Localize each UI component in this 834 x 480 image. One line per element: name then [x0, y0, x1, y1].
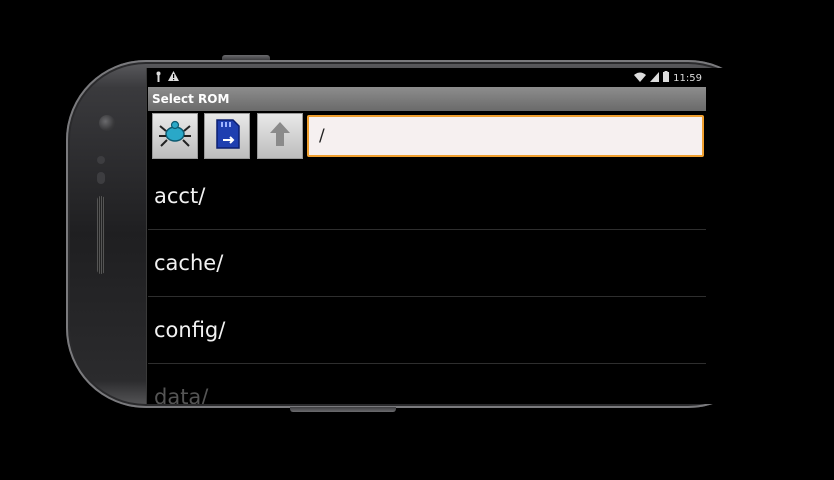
list-item[interactable]: data/ — [148, 364, 706, 404]
status-bar: 11:59 — [148, 68, 706, 87]
wifi-icon — [634, 72, 647, 85]
list-item[interactable]: config/ — [148, 297, 706, 364]
light-sensor — [97, 172, 105, 184]
screen-edge — [146, 68, 147, 404]
battery-icon — [663, 71, 670, 85]
status-right-icons: 11:59 — [634, 71, 702, 85]
path-input[interactable]: / — [307, 115, 704, 157]
usb-debug-icon — [155, 71, 162, 85]
up-arrow-icon — [269, 121, 291, 151]
device-screen: 11:59 Select ROM / acct/ cache/ config/ … — [148, 68, 706, 404]
parent-directory-button[interactable] — [257, 113, 303, 159]
file-list: acct/ cache/ config/ data/ — [148, 163, 706, 404]
volume-button — [290, 407, 396, 412]
earpiece-speaker — [97, 196, 105, 274]
debug-button[interactable] — [152, 113, 198, 159]
list-item[interactable]: cache/ — [148, 230, 706, 297]
list-item[interactable]: acct/ — [148, 163, 706, 230]
status-clock: 11:59 — [673, 72, 702, 84]
bug-icon — [158, 119, 192, 153]
toolbar: / — [148, 111, 706, 161]
sd-card-button[interactable] — [204, 113, 250, 159]
front-camera — [99, 115, 115, 131]
sd-card-icon — [213, 118, 241, 154]
warning-icon — [168, 71, 179, 85]
dialog-title: Select ROM — [148, 87, 706, 111]
proximity-sensor — [97, 156, 105, 164]
power-button — [222, 55, 270, 60]
signal-icon — [650, 71, 660, 85]
status-left-icons — [155, 71, 179, 85]
